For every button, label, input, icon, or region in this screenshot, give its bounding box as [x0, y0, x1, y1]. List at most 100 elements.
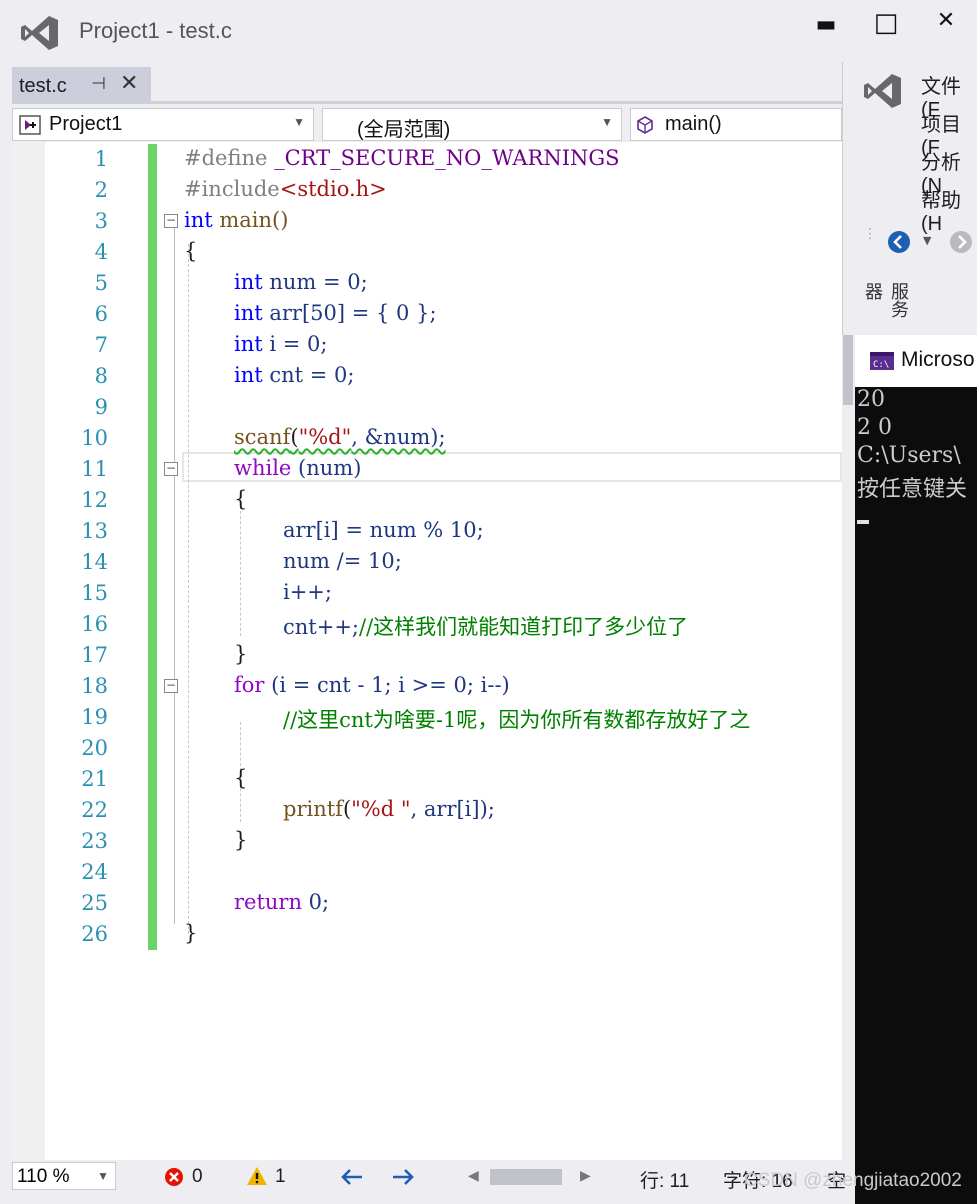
line-number: 13: [81, 519, 108, 543]
code-line: 8 int cnt = 0;: [12, 361, 842, 392]
code-line: 25 return 0;: [12, 888, 842, 919]
tab-test-c[interactable]: test.c ⊣ ✕: [12, 67, 151, 104]
line-indicator: 行: 11: [640, 1171, 690, 1192]
change-bar: [148, 919, 157, 950]
line-number: 4: [94, 240, 108, 264]
navigate-backward-icon[interactable]: [340, 1168, 364, 1186]
code-text: arr[i] = num % 10;: [283, 518, 484, 542]
minimize-button[interactable]: ▬: [806, 12, 846, 42]
document-tab-strip: test.c ⊣ ✕: [12, 64, 842, 104]
change-bar: [148, 392, 157, 423]
chevron-down-icon[interactable]: ▼: [923, 234, 931, 247]
collapse-icon[interactable]: −: [164, 679, 178, 693]
code-line: 5 int num = 0;: [12, 268, 842, 299]
line-number: 23: [81, 829, 108, 853]
close-window-button[interactable]: ✕: [926, 8, 966, 38]
change-bar: [148, 702, 157, 733]
code-line: 7 int i = 0;: [12, 330, 842, 361]
watermark-text: CSDN @zhengjiatao2002: [744, 1170, 962, 1191]
code-line: 23 }: [12, 826, 842, 857]
line-number: 10: [81, 426, 108, 450]
line-number: 12: [81, 488, 108, 512]
scroll-right-icon[interactable]: ▶: [580, 1168, 591, 1184]
console-title: Microso: [901, 348, 975, 371]
menu-help[interactable]: 帮助(H: [921, 184, 977, 236]
project-dropdown-label: Project1: [49, 113, 123, 135]
line-number: 20: [81, 736, 108, 760]
code-text: cnt++;//这样我们就能知道打印了多少位了: [283, 615, 689, 639]
code-text: int i = 0;: [234, 332, 328, 356]
code-text: {: [234, 487, 248, 511]
error-icon[interactable]: [164, 1167, 184, 1187]
code-line: 16 cnt++;//这样我们就能知道打印了多少位了: [12, 609, 842, 640]
server-explorer-side-tab[interactable]: 服务器: [859, 282, 911, 335]
code-line: 22 printf("%d ", arr[i]);: [12, 795, 842, 826]
member-dropdown[interactable]: main(): [630, 108, 842, 141]
project-dropdown[interactable]: Project1 ▼: [12, 108, 314, 141]
code-line: 4 {: [12, 237, 842, 268]
code-comment: //这里cnt为啥要-1呢，因为你所有数都存放好了之: [283, 708, 751, 732]
line-number: 3: [94, 209, 108, 233]
change-bar: [148, 330, 157, 361]
collapse-icon[interactable]: −: [164, 462, 178, 476]
code-line: 11 − while (num): [12, 454, 842, 485]
console-icon: C:\: [870, 352, 894, 370]
console-line: C:\Users\: [857, 443, 961, 468]
console-line: 20: [857, 387, 885, 412]
code-line: 24: [12, 857, 842, 888]
navigate-forward-icon[interactable]: [391, 1168, 415, 1186]
warning-count: 1: [275, 1166, 286, 1187]
forward-circle-icon[interactable]: [949, 230, 973, 254]
code-line: 26 }: [12, 919, 842, 950]
zoom-dropdown[interactable]: 110 % ▼: [12, 1162, 116, 1190]
code-line: 13 arr[i] = num % 10;: [12, 516, 842, 547]
chevron-down-icon: ▼: [293, 115, 305, 129]
code-text: scanf("%d", &num);: [234, 425, 446, 449]
horizontal-scrollbar-thumb[interactable]: [490, 1169, 562, 1185]
toolbar-grip-icon: ⋮: [863, 226, 877, 242]
code-editor[interactable]: 1 #define _CRT_SECURE_NO_WARNINGS 2 #inc…: [12, 142, 842, 1160]
change-bar: [148, 733, 157, 764]
change-bar: [148, 888, 157, 919]
title-bar: Project1 - test.c ▬ □ ✕: [0, 0, 977, 64]
method-cube-icon: [637, 116, 653, 134]
code-text: int num = 0;: [234, 270, 368, 294]
line-number: 5: [94, 271, 108, 295]
member-dropdown-label: main(): [665, 113, 722, 135]
line-number: 9: [94, 395, 108, 419]
code-text: num /= 10;: [283, 549, 402, 573]
code-line: 19 //这里cnt为啥要-1呢，因为你所有数都存放好了之: [12, 702, 842, 733]
change-bar: [148, 299, 157, 330]
console-title-bar: C:\ Microso: [855, 335, 977, 387]
line-number: 6: [94, 302, 108, 326]
pin-icon[interactable]: ⊣: [91, 74, 106, 94]
warning-icon[interactable]: [246, 1166, 268, 1186]
change-bar: [148, 237, 157, 268]
line-number: 26: [81, 922, 108, 946]
code-text: return 0;: [234, 890, 330, 914]
change-bar: [148, 361, 157, 392]
line-number: 22: [81, 798, 108, 822]
visual-studio-logo-icon: [21, 16, 58, 50]
change-bar: [148, 795, 157, 826]
close-tab-icon[interactable]: ✕: [120, 71, 138, 96]
change-bar: [148, 857, 157, 888]
change-bar: [148, 826, 157, 857]
code-line: 14 num /= 10;: [12, 547, 842, 578]
scope-dropdown[interactable]: (全局范围) ▼: [322, 108, 622, 141]
maximize-button[interactable]: □: [866, 8, 906, 38]
line-number: 25: [81, 891, 108, 915]
code-text: }: [184, 921, 198, 945]
change-bar: [148, 640, 157, 671]
editor-status-bar: 110 % ▼ 0 1 ◀ ▶ 行: 11 字符: 16 空: [12, 1160, 846, 1204]
console-window[interactable]: C:\ Microso 20 2 0 C:\Users\ 按任意键关: [855, 335, 977, 1204]
code-line: 9: [12, 392, 842, 423]
code-text: #define _CRT_SECURE_NO_WARNINGS: [184, 146, 620, 170]
code-text: {: [184, 239, 198, 263]
line-number: 15: [81, 581, 108, 605]
back-circle-icon[interactable]: [887, 230, 911, 254]
scroll-left-icon[interactable]: ◀: [468, 1168, 479, 1184]
background-vs-window: 文件(F 项目(F 分析(N 帮助(H ⋮ ▼ 服务器: [842, 62, 977, 335]
collapse-icon[interactable]: −: [164, 214, 178, 228]
line-number: 18: [81, 674, 108, 698]
